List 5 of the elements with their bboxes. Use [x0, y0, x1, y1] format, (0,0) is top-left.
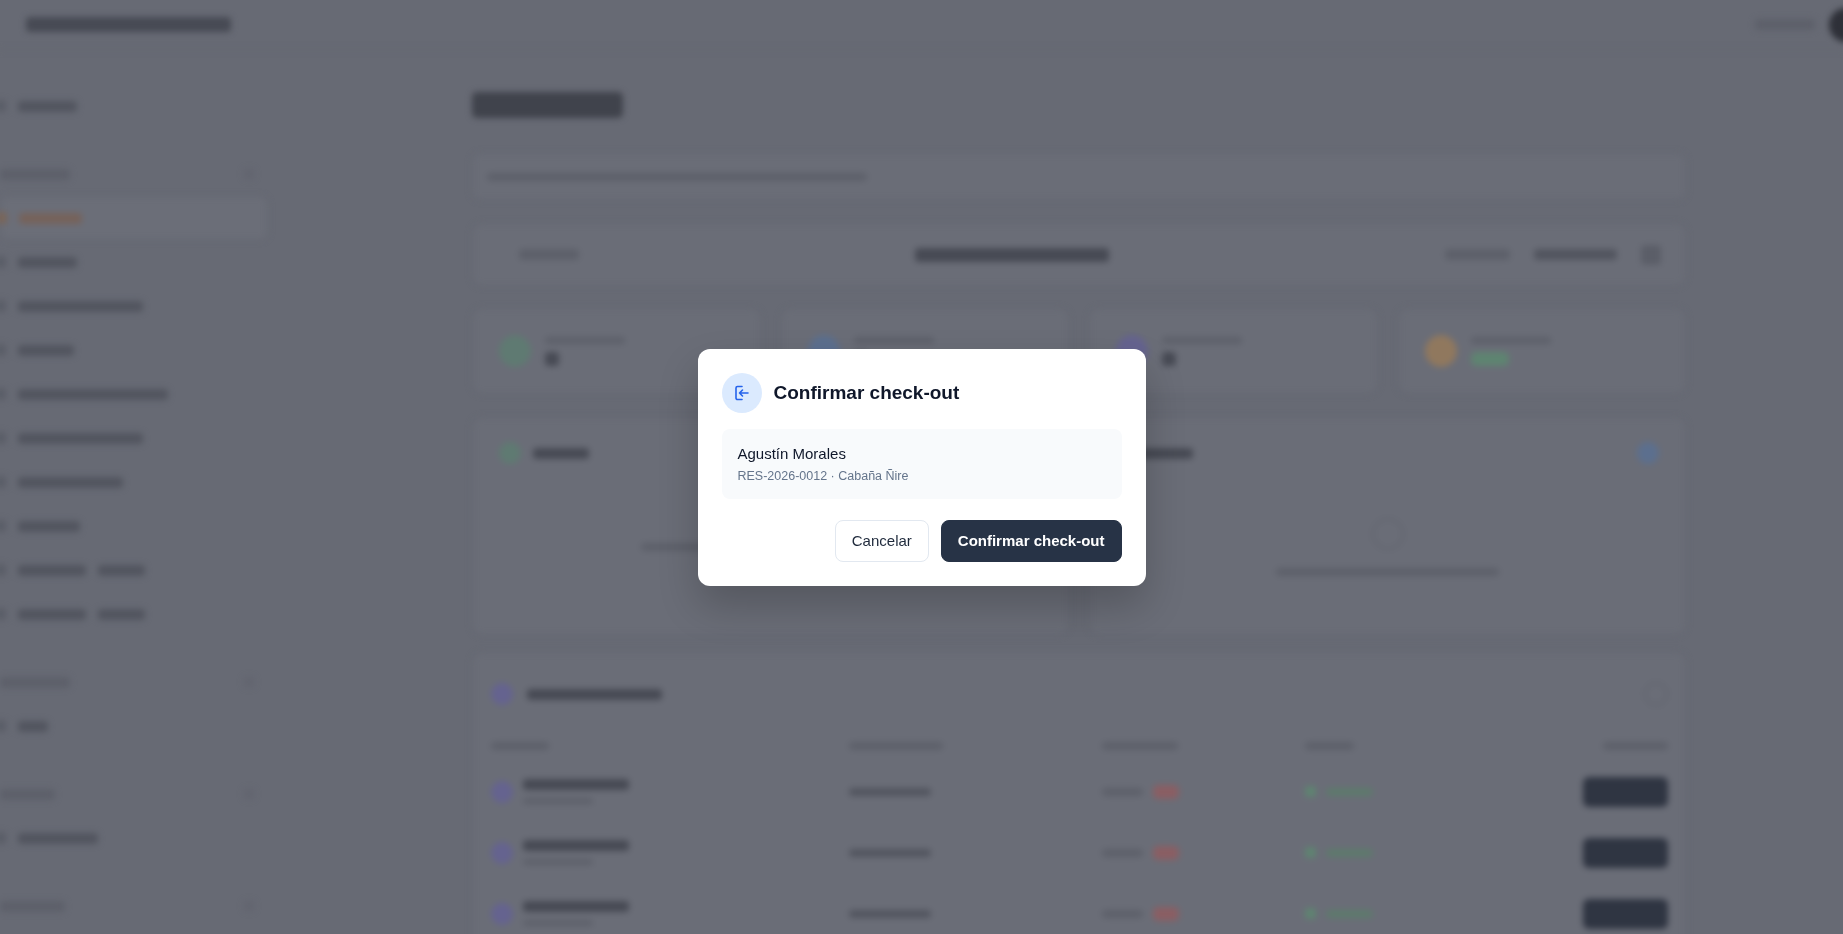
- reservation-detail: RES-2026-0012 · Cabaña Ñire: [737, 467, 910, 485]
- cancel-button[interactable]: Cancelar: [834, 519, 929, 562]
- guest-name: Agustín Morales: [737, 443, 847, 464]
- dialog-title: Confirmar check-out: [773, 380, 960, 405]
- confirm-button[interactable]: Confirmar check-out: [940, 519, 1122, 562]
